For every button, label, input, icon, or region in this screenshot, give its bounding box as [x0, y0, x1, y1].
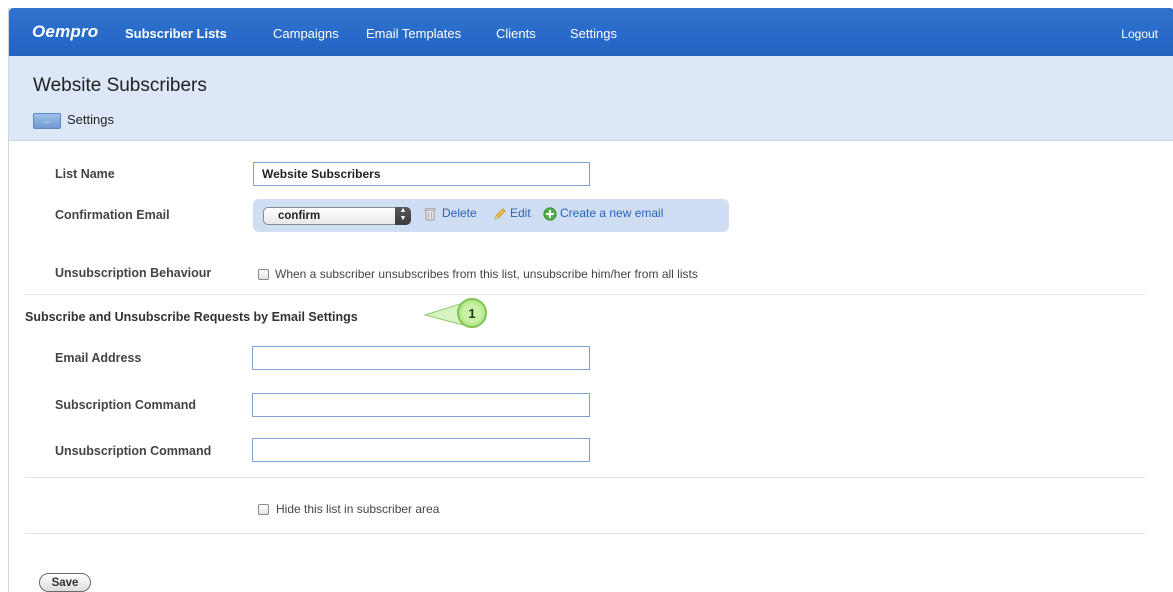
subscription-command-input[interactable] — [252, 393, 590, 417]
list-name-input[interactable] — [253, 162, 590, 186]
unsubscription-command-label: Unsubscription Command — [55, 444, 212, 458]
callout-badge: 1 — [423, 298, 487, 328]
logout-link[interactable]: Logout — [1121, 27, 1158, 41]
divider — [25, 533, 1145, 534]
app-logo[interactable]: Oempro — [32, 22, 98, 42]
hide-list-checkbox-label: Hide this list in subscriber area — [276, 502, 440, 516]
email-requests-section-title: Subscribe and Unsubscribe Requests by Em… — [25, 310, 358, 324]
confirmation-email-select[interactable]: confirm ▲ ▼ — [263, 207, 411, 225]
add-circle-icon[interactable] — [543, 207, 557, 221]
email-address-label: Email Address — [55, 351, 142, 365]
unsubscription-behaviour-label: Unsubscription Behaviour — [55, 266, 212, 280]
top-navigation: Oempro Subscriber Lists Campaigns Email … — [9, 8, 1173, 56]
save-button[interactable]: Save — [39, 573, 91, 592]
nav-campaigns[interactable]: Campaigns — [273, 26, 339, 41]
email-address-input[interactable] — [252, 346, 590, 370]
nav-subscriber-lists[interactable]: Subscriber Lists — [125, 26, 227, 41]
delete-email-link[interactable]: Delete — [442, 206, 477, 220]
edit-email-link[interactable]: Edit — [510, 206, 531, 220]
list-menu-button[interactable]: ... — [33, 113, 61, 129]
list-name-label: List Name — [55, 167, 115, 181]
select-value: confirm — [278, 210, 321, 222]
page-header: Website Subscribers ... Settings — [9, 56, 1173, 141]
confirmation-email-label: Confirmation Email — [55, 208, 170, 222]
callout-number: 1 — [468, 306, 475, 321]
hide-list-checkbox[interactable] — [258, 504, 269, 515]
app-frame: Oempro Subscriber Lists Campaigns Email … — [8, 8, 1173, 592]
nav-clients[interactable]: Clients — [496, 26, 536, 41]
subscription-command-label: Subscription Command — [55, 398, 196, 412]
nav-email-templates[interactable]: Email Templates — [366, 26, 461, 41]
unsubscribe-all-checkbox[interactable] — [258, 269, 269, 280]
page-title: Website Subscribers — [33, 75, 207, 96]
trash-icon[interactable] — [423, 207, 437, 221]
settings-form: List Name Confirmation Email confirm ▲▼ … — [9, 142, 1173, 592]
menu-button-label: ... — [43, 115, 51, 125]
confirmation-email-toolbar: confirm ▲ ▼ Delete Edit Create a new emai… — [253, 199, 729, 232]
unsubscribe-all-checkbox-label: When a subscriber unsubscribes from this… — [275, 267, 698, 281]
create-new-email-link[interactable]: Create a new email — [560, 206, 663, 220]
divider — [25, 294, 1145, 295]
nav-settings[interactable]: Settings — [570, 26, 617, 41]
subnav-settings[interactable]: Settings — [67, 112, 114, 127]
pencil-icon[interactable] — [493, 207, 507, 221]
unsubscription-command-input[interactable] — [252, 438, 590, 462]
divider — [25, 477, 1145, 478]
select-arrows-icon: ▲ ▼ — [395, 207, 411, 225]
